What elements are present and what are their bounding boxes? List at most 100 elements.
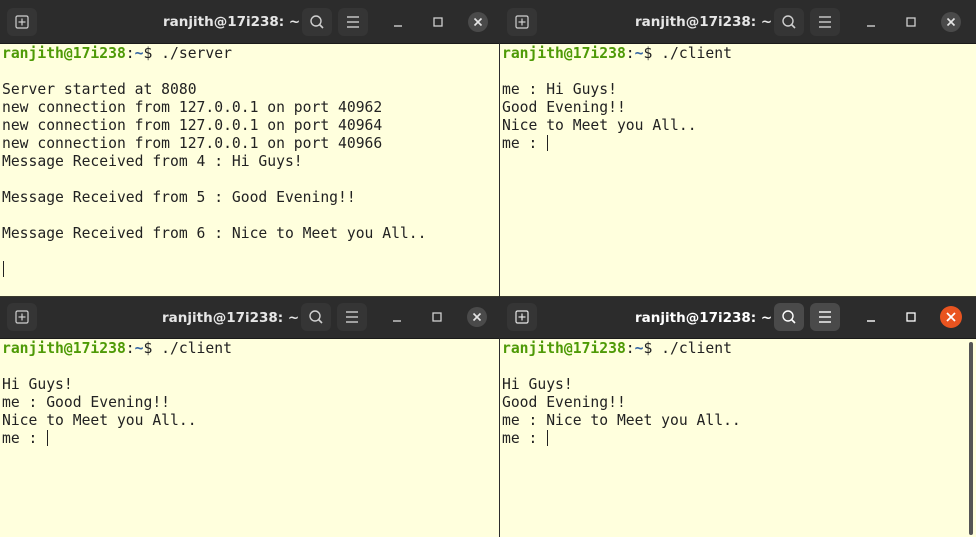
prompt-separator: : [125, 45, 135, 62]
output-line: me : [502, 135, 976, 153]
prompt-separator: : [125, 340, 135, 357]
close-button[interactable] [940, 306, 962, 328]
output-line: Nice to Meet you All.. [2, 412, 499, 430]
output-line: me : Nice to Meet you All.. [502, 412, 976, 430]
terminal-output[interactable]: ranjith@17i238:~$ ./client Hi Guys! me : G… [2, 340, 499, 537]
output-line: new connection from 127.0.0.1 on port 40… [2, 99, 499, 117]
output-text: Hi Guys! [502, 376, 573, 393]
output-line: Server started at 8080 [2, 81, 499, 99]
new-tab-button[interactable] [507, 303, 537, 331]
new-tab-button[interactable] [7, 8, 37, 36]
prompt-separator: : [625, 340, 635, 357]
output-line: Hi Guys! [2, 376, 499, 394]
output-text: Good Evening!! [502, 99, 626, 116]
title-bar[interactable]: ranjith@17i238: ~ [500, 0, 976, 44]
close-button[interactable] [941, 12, 961, 32]
menu-button[interactable] [338, 8, 368, 36]
new-tab-icon [515, 15, 529, 29]
output-line: Message Received from 4 : Hi Guys! [2, 153, 499, 171]
output-text: Nice to Meet you All.. [502, 117, 697, 134]
terminal-window-client-3[interactable]: ranjith@17i238: ~ ranjith@17i238:~$ ./cl… [500, 297, 976, 537]
output-line: new connection from 127.0.0.1 on port 40… [2, 117, 499, 135]
close-button[interactable] [468, 12, 488, 32]
output-text: me : Good Evening!! [2, 394, 171, 411]
command-text: ./client [661, 340, 732, 357]
output-text: new connection from 127.0.0.1 on port 40… [2, 99, 383, 116]
prompt-line: ranjith@17i238:~$ ./client [2, 340, 499, 358]
output-text: Message Received from 6 : Nice to Meet y… [2, 225, 427, 242]
scrollbar[interactable] [969, 342, 973, 535]
prompt-user-host: ranjith@17i238 [2, 340, 126, 357]
new-tab-icon [15, 310, 29, 324]
window-title: ranjith@17i238: ~ [162, 309, 300, 326]
prompt-symbol: $ [643, 340, 662, 357]
output-line: Message Received from 5 : Good Evening!! [2, 189, 499, 207]
output-line: Nice to Meet you All.. [502, 117, 976, 135]
minimize-button[interactable] [387, 307, 407, 327]
search-icon [782, 15, 796, 29]
output-line: Message Received from 6 : Nice to Meet y… [2, 225, 499, 243]
prompt-user-host: ranjith@17i238 [2, 45, 126, 62]
menu-button[interactable] [810, 8, 840, 36]
terminal-window-server[interactable]: ranjith@17i238: ~ ranjith@17i238:~$ ./se… [0, 0, 499, 296]
terminal-output[interactable]: ranjith@17i238:~$ ./client Hi Guys! Good E… [502, 340, 976, 537]
terminal-output[interactable]: ranjith@17i238:~$ ./server Server started… [2, 45, 499, 296]
output-text: Nice to Meet you All.. [2, 412, 197, 429]
maximize-button[interactable] [901, 307, 921, 327]
text-cursor [547, 135, 549, 151]
prompt-symbol: $ [643, 45, 662, 62]
output-text: Message Received from 5 : Good Evening!! [2, 189, 356, 206]
output-text: Hi Guys! [2, 376, 73, 393]
menu-button[interactable] [810, 303, 840, 331]
terminal-output[interactable]: ranjith@17i238:~$ ./client me : Hi Guys! G… [502, 45, 976, 296]
search-button[interactable] [774, 303, 804, 331]
minimize-icon [867, 25, 875, 27]
hamburger-menu-icon [819, 16, 831, 28]
search-button[interactable] [302, 8, 332, 36]
new-tab-button[interactable] [7, 303, 37, 331]
text-cursor [3, 261, 4, 277]
output-line: new connection from 127.0.0.1 on port 40… [2, 135, 499, 153]
search-button[interactable] [301, 303, 331, 331]
title-bar[interactable]: ranjith@17i238: ~ [0, 297, 499, 339]
output-line: me : Hi Guys! [502, 81, 976, 99]
close-icon [472, 312, 482, 322]
title-bar[interactable]: ranjith@17i238: ~ [500, 297, 976, 339]
title-bar[interactable]: ranjith@17i238: ~ [0, 0, 499, 44]
minimize-icon [867, 320, 875, 322]
menu-button[interactable] [337, 303, 367, 331]
maximize-icon [906, 17, 916, 27]
new-tab-icon [515, 310, 529, 324]
search-button[interactable] [774, 8, 804, 36]
maximize-button[interactable] [428, 12, 448, 32]
output-text: me : [2, 430, 47, 447]
search-icon [310, 15, 324, 29]
minimize-icon [394, 25, 402, 27]
maximize-button[interactable] [901, 12, 921, 32]
close-icon [473, 17, 483, 27]
prompt-line: ranjith@17i238:~$ ./client [502, 340, 976, 358]
terminal-window-client-1[interactable]: ranjith@17i238: ~ ranjith@17i238:~$ ./cl… [500, 0, 976, 296]
minimize-button[interactable] [388, 12, 408, 32]
output-line: Good Evening!! [502, 99, 976, 117]
prompt-separator: : [625, 45, 635, 62]
output-text: me : Nice to Meet you All.. [502, 412, 741, 429]
maximize-button[interactable] [427, 307, 447, 327]
close-button[interactable] [467, 307, 487, 327]
new-tab-button[interactable] [507, 8, 537, 36]
minimize-button[interactable] [861, 12, 881, 32]
prompt-user-host: ranjith@17i238 [502, 45, 626, 62]
output-text: me : [502, 135, 547, 152]
minimize-button[interactable] [861, 307, 881, 327]
command-text: ./server [161, 45, 232, 62]
output-line: me : [502, 430, 976, 448]
window-divider [499, 0, 500, 537]
terminal-window-client-2[interactable]: ranjith@17i238: ~ ranjith@17i238:~$ ./cl… [0, 297, 499, 537]
window-title: ranjith@17i238: ~ [163, 13, 301, 30]
output-text: new connection from 127.0.0.1 on port 40… [2, 135, 383, 152]
window-title: ranjith@17i238: ~ [635, 309, 773, 326]
command-text: ./client [161, 340, 232, 357]
